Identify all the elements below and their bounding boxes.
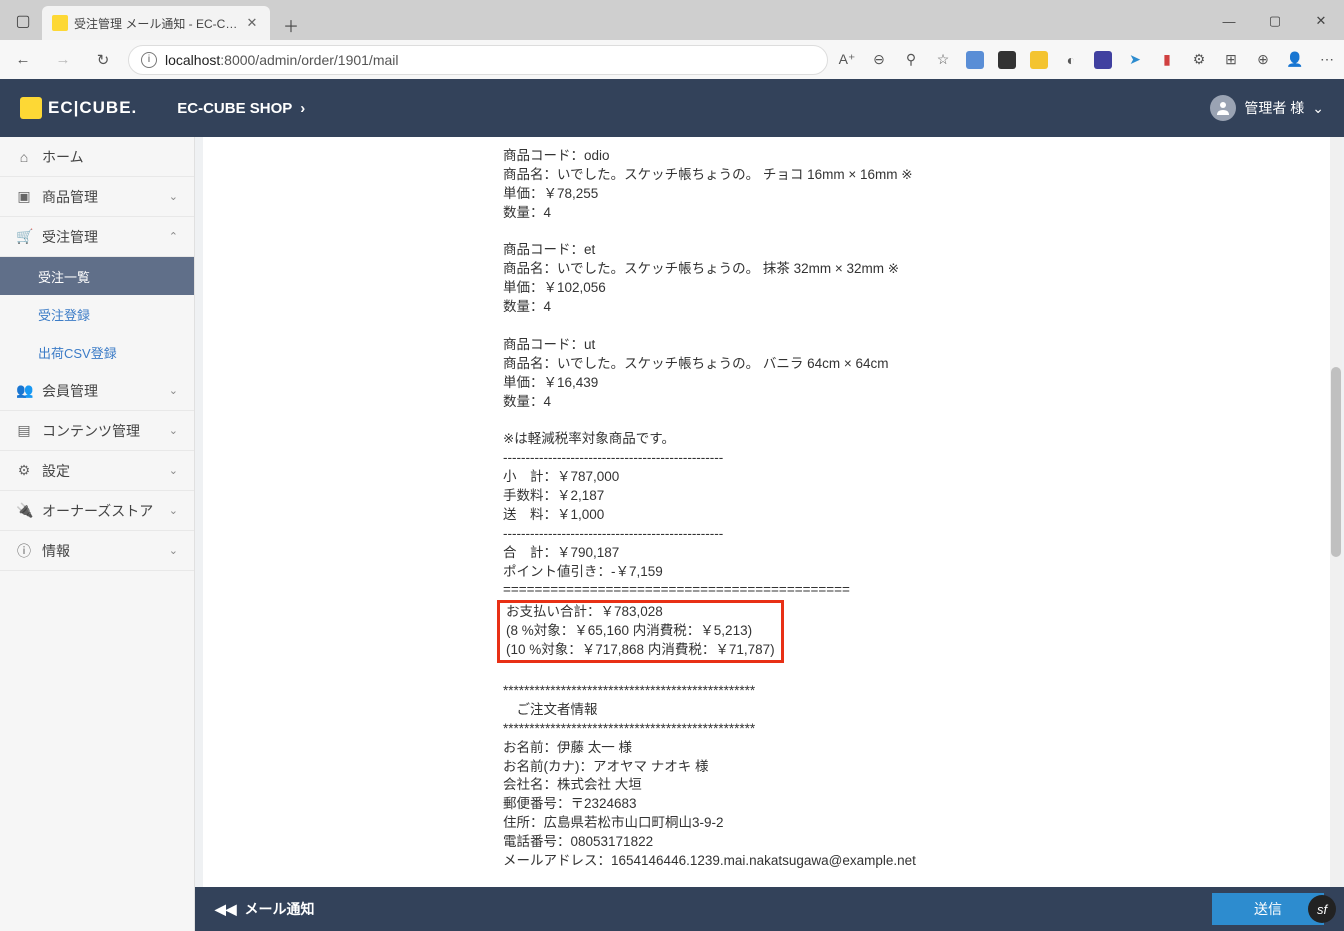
chevron-down-icon: ⌄	[169, 544, 178, 557]
nav-product[interactable]: ▣商品管理⌄	[0, 177, 194, 217]
refresh-button[interactable]: ↻	[88, 45, 118, 75]
mail-preview-panel[interactable]: 商品コード：odio 商品名：いでした。スケッチ帳ちょうの。 チョコ 16mm …	[203, 137, 1330, 887]
profile-icon[interactable]: 👤	[1286, 51, 1304, 69]
cube-icon: ▣	[16, 188, 32, 205]
shop-name-link[interactable]: EC-CUBE SHOP ›	[177, 100, 305, 117]
toolbar-right: A⁺ ⊖ ⚲ ☆ ◐ ➤ ▮ ⚙ ⊞ ⊕ 👤 ⋯	[838, 51, 1336, 69]
sidebar-toggle[interactable]: ▢	[4, 2, 42, 40]
logo[interactable]: EC|CUBE.	[20, 97, 137, 119]
zoom-icon[interactable]: ⊖	[870, 51, 888, 69]
ext-icon[interactable]	[998, 51, 1016, 69]
ext-icon[interactable]	[1094, 51, 1112, 69]
tracking-icon[interactable]: ⚲	[902, 51, 920, 69]
logo-icon	[20, 97, 42, 119]
info-icon: ⓘ	[16, 541, 32, 561]
scroll-thumb[interactable]	[1331, 367, 1341, 557]
chevron-down-icon: ⌄	[169, 384, 178, 397]
users-icon: 👥	[16, 382, 32, 399]
read-aloud-icon[interactable]: A⁺	[838, 51, 856, 69]
more-icon[interactable]: ⋯	[1318, 51, 1336, 69]
nav-order-list[interactable]: 受注一覧	[0, 257, 194, 295]
plug-icon: 🔌	[16, 502, 32, 519]
logo-text: EC|CUBE.	[48, 98, 137, 118]
content-area: 商品コード：odio 商品名：いでした。スケッチ帳ちょうの。 チョコ 16mm …	[195, 137, 1344, 931]
new-tab-button[interactable]: ＋	[276, 10, 306, 40]
extensions-icon[interactable]: ⊞	[1222, 51, 1240, 69]
tab-close-icon[interactable]: ✕	[244, 15, 260, 31]
address-bar: ← → ↻ i localhost:8000/admin/order/1901/…	[0, 40, 1344, 79]
browser-chrome: ▢ 受注管理 メール通知 - EC-CUBE S ✕ ＋ — ▢ ✕ ← → ↻…	[0, 0, 1344, 79]
nav-order-new[interactable]: 受注登録	[0, 295, 194, 333]
page-icon: ▤	[16, 422, 32, 439]
nav-order[interactable]: 🛒受注管理⌃	[0, 217, 194, 257]
tab-bar: ▢ 受注管理 メール通知 - EC-CUBE S ✕ ＋ — ▢ ✕	[0, 0, 1344, 40]
chevron-right-icon: ›	[300, 100, 305, 117]
minimize-button[interactable]: —	[1206, 2, 1252, 40]
ext-icon[interactable]: ▮	[1158, 51, 1176, 69]
site-info-icon[interactable]: i	[141, 52, 157, 68]
cart-icon: 🛒	[16, 228, 32, 245]
ext-icon[interactable]: ➤	[1126, 51, 1144, 69]
rewind-icon: ◀◀	[215, 901, 237, 918]
back-button[interactable]: ←	[8, 45, 38, 75]
url-text: localhost:8000/admin/order/1901/mail	[165, 52, 399, 68]
nav-owner[interactable]: 🔌オーナーズストア⌄	[0, 491, 194, 531]
user-menu[interactable]: 管理者 様 ⌄	[1210, 95, 1324, 121]
nav-setting[interactable]: ⚙設定⌄	[0, 451, 194, 491]
chevron-down-icon: ⌄	[1312, 100, 1324, 117]
app-header: EC|CUBE. EC-CUBE SHOP › 管理者 様 ⌄	[0, 79, 1344, 137]
settings-icon[interactable]: ⚙	[1190, 51, 1208, 69]
url-box[interactable]: i localhost:8000/admin/order/1901/mail	[128, 45, 828, 75]
gear-icon: ⚙	[16, 462, 32, 479]
scrollbar[interactable]	[1330, 137, 1342, 887]
nav-member[interactable]: 👥会員管理⌄	[0, 371, 194, 411]
symfony-toolbar-icon[interactable]: sf	[1308, 895, 1336, 923]
browser-tab[interactable]: 受注管理 メール通知 - EC-CUBE S ✕	[42, 6, 270, 40]
home-icon: ⌂	[16, 149, 32, 165]
avatar-icon	[1210, 95, 1236, 121]
nav-home[interactable]: ⌂ホーム	[0, 137, 194, 177]
ext-icon[interactable]	[1030, 51, 1048, 69]
footer-bar: ◀◀ メール通知 送信	[195, 887, 1344, 931]
nav-order-csv[interactable]: 出荷CSV登録	[0, 333, 194, 371]
favorite-icon[interactable]: ☆	[934, 51, 952, 69]
mail-body: 商品コード：odio 商品名：いでした。スケッチ帳ちょうの。 チョコ 16mm …	[203, 137, 1330, 887]
sidebar: ⌂ホーム ▣商品管理⌄ 🛒受注管理⌃ 受注一覧 受注登録 出荷CSV登録 👥会員…	[0, 137, 195, 931]
chevron-up-icon: ⌃	[169, 230, 178, 243]
favicon	[52, 15, 68, 31]
window-controls: — ▢ ✕	[1206, 2, 1344, 40]
nav-content[interactable]: ▤コンテンツ管理⌄	[0, 411, 194, 451]
tax-highlight: お支払い合計：￥783,028 (8 %対象：￥65,160 内消費税：￥5,2…	[497, 600, 784, 663]
ext-icon[interactable]	[966, 51, 984, 69]
chevron-down-icon: ⌄	[169, 504, 178, 517]
ext-icon[interactable]: ◐	[1062, 51, 1080, 69]
close-button[interactable]: ✕	[1298, 2, 1344, 40]
chevron-down-icon: ⌄	[169, 464, 178, 477]
tab-title: 受注管理 メール通知 - EC-CUBE S	[74, 15, 238, 32]
chevron-down-icon: ⌄	[169, 424, 178, 437]
forward-button[interactable]: →	[48, 45, 78, 75]
nav-info[interactable]: ⓘ情報⌄	[0, 531, 194, 571]
chevron-down-icon: ⌄	[169, 190, 178, 203]
collections-icon[interactable]: ⊕	[1254, 51, 1272, 69]
maximize-button[interactable]: ▢	[1252, 2, 1298, 40]
footer-back[interactable]: ◀◀ メール通知	[215, 899, 315, 919]
